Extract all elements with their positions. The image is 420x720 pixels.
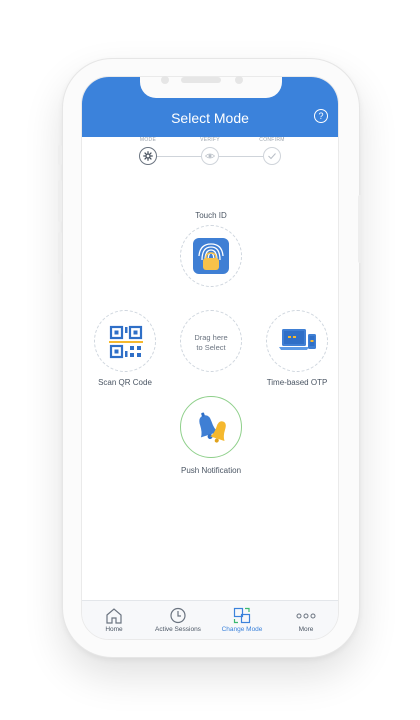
tab-home[interactable]: Home: [82, 601, 146, 639]
eye-icon: [205, 153, 215, 159]
scan-qr-label: Scan QR Code: [98, 378, 152, 387]
bell-icon: [199, 412, 226, 443]
camera-dot: [161, 76, 169, 84]
bottom-tab-bar: Home Active Sessions Change Mode More: [82, 600, 338, 639]
tab-change-mode[interactable]: Change Mode: [210, 601, 274, 639]
tab-active-sessions-label: Active Sessions: [155, 626, 201, 633]
tab-change-mode-label: Change Mode: [221, 626, 263, 633]
checkmark-icon: [268, 153, 276, 160]
step-connector: [157, 156, 201, 157]
step-verify[interactable]: [201, 147, 219, 165]
fingerprint-icon: [193, 238, 229, 274]
touch-id-option[interactable]: [180, 225, 242, 287]
tab-more-label: More: [298, 626, 314, 633]
step-label-confirm: CONFIRM: [259, 137, 285, 143]
tab-more[interactable]: More: [274, 601, 338, 639]
step-connector: [219, 156, 263, 157]
step-confirm[interactable]: [263, 147, 281, 165]
scan-qr-option[interactable]: [94, 310, 156, 372]
touch-id-label: Touch ID: [195, 211, 227, 220]
tab-home-label: Home: [105, 626, 123, 633]
speaker-grille: [181, 77, 221, 83]
tab-active-sessions[interactable]: Active Sessions: [146, 601, 210, 639]
phone-side-button: [58, 145, 62, 165]
totp-option[interactable]: [266, 310, 328, 372]
sensor-dot: [235, 76, 243, 84]
stepper: MODE VERIFY CONFIRM: [82, 77, 338, 187]
laptop-phone-icon: [279, 329, 316, 350]
home-icon: [106, 608, 122, 624]
drop-zone-line2: to Select: [196, 343, 226, 352]
drop-zone-text: Drag here to Select: [181, 333, 241, 353]
phone-side-button: [58, 232, 62, 274]
totp-label: Time-based OTP: [266, 378, 328, 387]
step-mode[interactable]: [139, 147, 157, 165]
phone-screen: Select Mode ? MODE VERIFY CONFIRM Touch …: [81, 76, 339, 640]
drop-zone-line1: Drag here: [194, 333, 228, 342]
phone-side-button: [358, 195, 362, 263]
push-notification-label: Push Notification: [180, 466, 242, 475]
step-label-verify: VERIFY: [200, 137, 220, 143]
more-dots-icon: [296, 613, 316, 619]
phone-side-button: [58, 180, 62, 222]
step-label-mode: MODE: [139, 137, 157, 143]
push-notification-option[interactable]: [180, 396, 242, 458]
gear-icon: [143, 151, 153, 161]
drag-drop-zone[interactable]: Drag here to Select: [180, 310, 242, 372]
swap-mode-icon: [233, 607, 251, 624]
clock-icon: [170, 607, 186, 624]
qr-code-icon: [109, 325, 143, 359]
